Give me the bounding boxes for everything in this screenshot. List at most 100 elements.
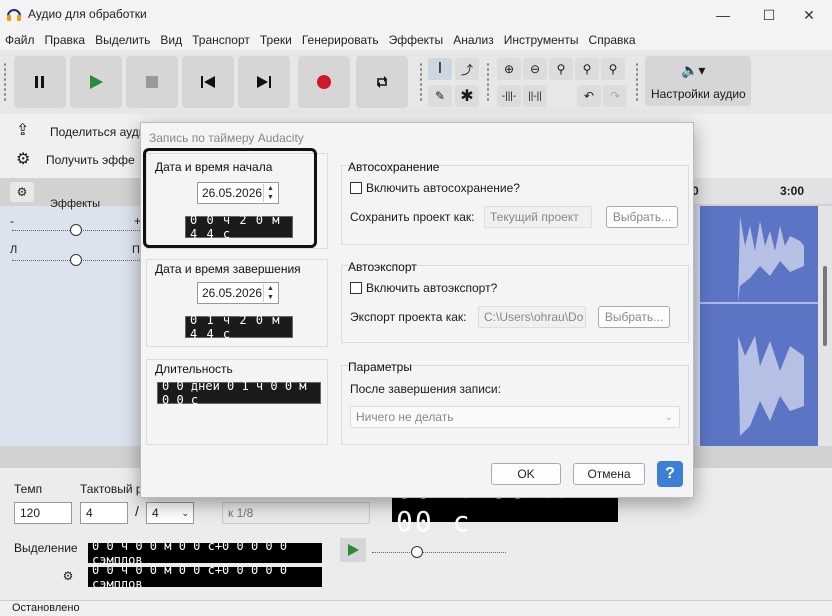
fit-selection-button[interactable]: ⚲: [549, 58, 573, 80]
play-button[interactable]: [70, 56, 122, 108]
menu-view[interactable]: Вид: [155, 33, 187, 47]
menu-select[interactable]: Выделить: [90, 33, 155, 47]
end-date-input[interactable]: 26.05.2026 ▲ ▼: [197, 282, 279, 304]
skip-to-end-button[interactable]: [238, 56, 290, 108]
save-project-field[interactable]: Текущий проект: [484, 206, 592, 228]
choose-save-button[interactable]: Выбрать...: [606, 206, 678, 228]
play-at-speed-button[interactable]: [340, 538, 366, 562]
menu-file[interactable]: Файл: [0, 33, 40, 47]
checkbox-box[interactable]: [350, 182, 362, 194]
trim-button[interactable]: -|||-: [497, 85, 521, 107]
share-audio-button[interactable]: ⇪ Поделиться ауди: [10, 120, 160, 144]
envelope-icon: ⤴: [460, 62, 473, 77]
selection-start-field[interactable]: 0 0 ч 0 0 м 0 0 с+0 0 0 0 0 сэмплов: [88, 539, 322, 567]
duration-group-title: Длительность: [155, 362, 233, 376]
after-record-select[interactable]: Ничего не делать ⌄: [350, 406, 680, 428]
gain-slider-thumb[interactable]: [70, 224, 82, 236]
ok-button[interactable]: OK: [491, 463, 561, 485]
menu-analyze[interactable]: Анализ: [448, 33, 499, 47]
fit-project-button[interactable]: ⚲: [575, 58, 599, 80]
audio-setup-grip[interactable]: [635, 62, 639, 102]
toolbar-grip[interactable]: [3, 62, 7, 102]
zoom-in-button[interactable]: ⊕: [497, 58, 521, 80]
choose-save-label: Выбрать...: [612, 210, 672, 224]
checkbox-box[interactable]: [350, 282, 362, 294]
get-effects-button[interactable]: ⚙ Получить эффе: [10, 148, 160, 172]
tempo-input[interactable]: 120: [14, 502, 72, 524]
puzzle-icon: ⚙: [16, 151, 31, 168]
menu-transport[interactable]: Транспорт: [187, 33, 255, 47]
spin-updown-icon[interactable]: ▲ ▼: [263, 284, 277, 302]
save-project-label: Сохранить проект как:: [350, 210, 475, 224]
after-record-label: После завершения записи:: [350, 382, 501, 396]
highlight-annotation: [143, 148, 317, 248]
pan-slider-thumb[interactable]: [70, 254, 82, 266]
draw-tool[interactable]: ✎: [428, 85, 452, 107]
undo-button[interactable]: ↶: [577, 85, 601, 107]
edit-grip[interactable]: [486, 62, 490, 102]
vertical-scrollbar[interactable]: [818, 206, 832, 446]
effects-label: Эффекты: [50, 198, 101, 210]
menu-effects[interactable]: Эффекты: [384, 33, 449, 47]
meter-numerator-input[interactable]: 4: [80, 502, 128, 524]
timeline-settings-button[interactable]: ⚙: [10, 182, 34, 202]
upload-icon: ⇪: [16, 122, 30, 139]
menu-generate[interactable]: Генерировать: [297, 33, 384, 47]
audacity-logo-icon: [7, 9, 21, 21]
stop-button[interactable]: [126, 56, 178, 108]
end-time-input[interactable]: 0 1 ч 2 0 м 4 4 с: [185, 313, 293, 341]
selection-tool[interactable]: I: [428, 58, 452, 80]
autoexport-group-title: Автоэкспорт: [348, 260, 417, 274]
redo-button[interactable]: ↷: [603, 85, 627, 107]
loop-button[interactable]: [356, 56, 408, 108]
stop-icon: [146, 76, 158, 88]
menu-help[interactable]: Справка: [584, 33, 641, 47]
export-project-label: Экспорт проекта как:: [350, 310, 467, 324]
menu-bar: Файл Правка Выделить Вид Транспорт Треки…: [0, 30, 832, 50]
cancel-button[interactable]: Отмена: [573, 463, 645, 485]
selection-label: Выделение: [14, 541, 78, 555]
scrollbar-thumb[interactable]: [823, 266, 827, 346]
tools-grip[interactable]: [419, 62, 423, 102]
timeline-ruler[interactable]: 0 3:00: [690, 178, 832, 204]
selection-settings-button[interactable]: ⚙: [58, 566, 78, 586]
minimize-button[interactable]: —: [700, 0, 746, 30]
autosave-group: Автосохранение Включить автосохранение? …: [341, 160, 689, 245]
pause-button[interactable]: [14, 56, 66, 108]
multi-tool[interactable]: ✱: [455, 85, 479, 107]
envelope-tool[interactable]: ⤴: [455, 58, 479, 80]
choose-export-label: Выбрать...: [604, 310, 664, 324]
menu-tools[interactable]: Инструменты: [499, 33, 584, 47]
autosave-checkbox[interactable]: Включить автосохранение?: [350, 181, 520, 195]
help-icon: ?: [665, 465, 675, 482]
cancel-label: Отмена: [587, 467, 631, 481]
track-control-panel: Эффекты - + Л П: [0, 198, 148, 446]
silence-icon: ||-||: [528, 90, 542, 102]
record-button[interactable]: [298, 56, 350, 108]
duration-group: Длительность 0 0 дней 0 1 ч 0 0 м 0 0 с: [146, 359, 328, 445]
zoom-out-button[interactable]: ⊖: [523, 58, 547, 80]
play-speed-slider-thumb[interactable]: [411, 546, 423, 558]
audio-settings-label: Настройки аудио: [651, 87, 746, 101]
menu-edit[interactable]: Правка: [40, 33, 91, 47]
meter-label: Тактовый р: [80, 482, 143, 496]
audio-waveform[interactable]: [700, 206, 818, 446]
selection-end-field[interactable]: 0 0 ч 0 0 м 0 0 с+0 0 0 0 0 сэмплов: [88, 563, 322, 591]
play-icon: [348, 544, 359, 556]
zoom-toggle-button[interactable]: ⚲: [601, 58, 625, 80]
choose-export-button[interactable]: Выбрать...: [598, 306, 670, 328]
autoexport-checkbox-label: Включить автоэкспорт?: [366, 281, 498, 295]
close-button[interactable]: ✕: [786, 0, 832, 30]
snap-select[interactable]: к 1/8: [222, 502, 370, 524]
gear-icon: ⚙: [62, 569, 74, 583]
silence-button[interactable]: ||-||: [523, 85, 547, 107]
trim-icon: -|||-: [501, 90, 517, 102]
menu-tracks[interactable]: Треки: [255, 33, 297, 47]
duration-input[interactable]: 0 0 дней 0 1 ч 0 0 м 0 0 с: [157, 379, 321, 407]
meter-denominator-select[interactable]: 4 ⌄: [146, 502, 194, 524]
help-button[interactable]: ?: [657, 461, 683, 487]
autoexport-checkbox[interactable]: Включить автоэкспорт?: [350, 281, 497, 295]
skip-to-start-button[interactable]: [182, 56, 234, 108]
audio-settings-button[interactable]: 🔈▾ Настройки аудио: [645, 56, 751, 106]
export-project-field[interactable]: C:\Users\ohrau\Do: [478, 306, 586, 328]
